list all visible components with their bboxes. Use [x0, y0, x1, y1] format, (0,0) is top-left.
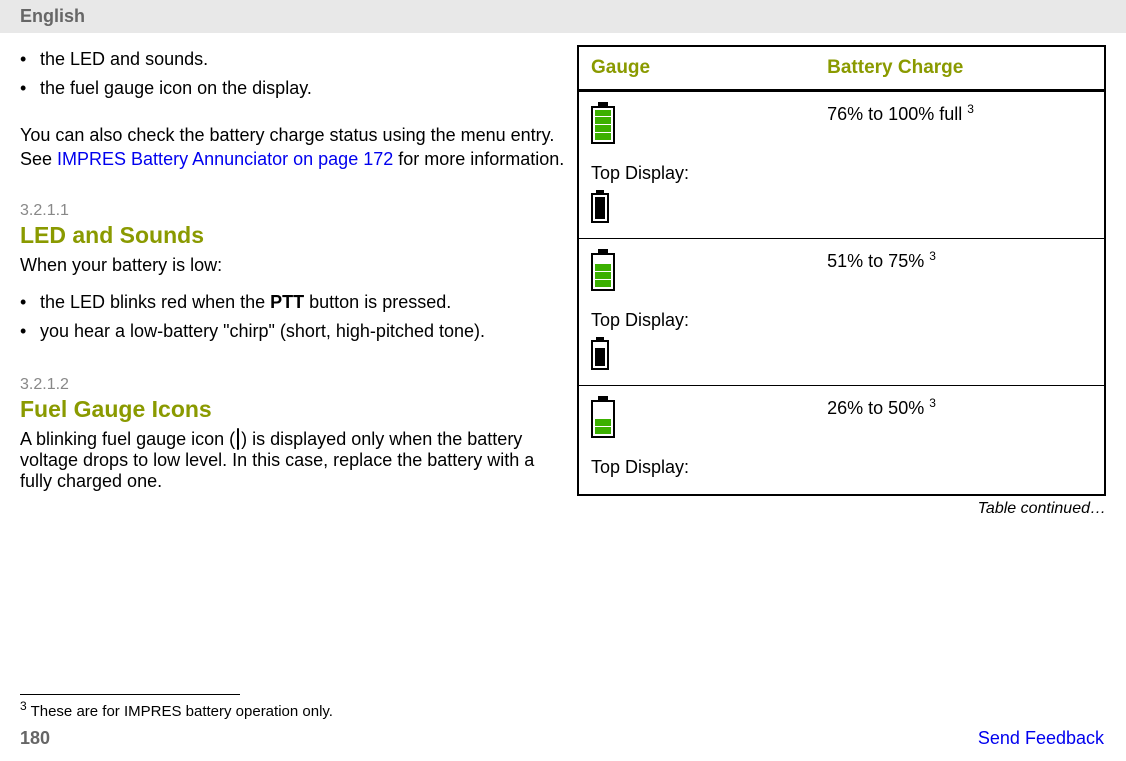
text: 26% to 50% — [827, 398, 929, 418]
section-number: 3.2.1.2 — [20, 376, 567, 394]
battery-table: Gauge Battery Charge — [577, 45, 1106, 496]
footnote-ref: 3 — [967, 102, 974, 116]
send-feedback-link[interactable]: Send Feedback — [978, 728, 1104, 749]
text: you hear a low-battery "chirp" (short, h… — [40, 321, 485, 341]
text: 51% to 75% — [827, 251, 929, 271]
bold-text: PTT — [270, 292, 304, 312]
charge-value: 76% to 100% full 3 — [815, 91, 1105, 239]
bullet-item: you hear a low-battery "chirp" (short, h… — [20, 317, 567, 346]
bullet-item: the LED and sounds. — [20, 45, 567, 74]
footnote-separator — [20, 694, 240, 695]
text: the LED blinks red when the — [40, 292, 270, 312]
bullet-list-led: the LED blinks red when the PTT button i… — [20, 288, 567, 346]
text: 76% to 100% full — [827, 104, 967, 124]
footnote-ref: 3 — [929, 249, 936, 263]
section-fuel-para: A blinking fuel gauge icon () is display… — [20, 429, 567, 493]
table-row: Top Display: 51% to 75% 3 — [578, 239, 1105, 386]
bullet-item: the fuel gauge icon on the display. — [20, 74, 567, 103]
charge-value: 26% to 50% 3 — [815, 386, 1105, 496]
footnote: 3 These are for IMPRES battery operation… — [0, 699, 1126, 720]
section-title-fuel: Fuel Gauge Icons — [20, 396, 567, 423]
battery-3bar-icon — [591, 249, 615, 291]
section-number: 3.2.1.1 — [20, 202, 567, 220]
page-number: 180 — [20, 728, 50, 749]
text: button is pressed. — [304, 292, 451, 312]
paragraph-check-status: You can also check the battery charge st… — [20, 123, 567, 172]
impres-link[interactable]: IMPRES Battery Annunciator on page 172 — [57, 149, 393, 169]
right-column: Gauge Battery Charge — [577, 33, 1106, 518]
top-display-label: Top Display: — [591, 457, 803, 478]
bullet-item: the LED blinks red when the PTT button i… — [20, 288, 567, 317]
table-continued: Table continued… — [577, 500, 1106, 518]
top-display-label: Top Display: — [591, 310, 803, 331]
footnote-ref: 3 — [929, 396, 936, 410]
page-header: English — [0, 0, 1126, 33]
table-row: Top Display: 76% to 100% full 3 — [578, 91, 1105, 239]
battery-top-display-3q-icon — [591, 337, 609, 370]
battery-4bar-icon — [591, 102, 615, 144]
section-title-led: LED and Sounds — [20, 222, 567, 249]
battery-2bar-icon — [591, 396, 615, 438]
text: for more information. — [393, 149, 564, 169]
battery-top-display-full-icon — [591, 190, 609, 223]
table-header-gauge: Gauge — [578, 46, 815, 91]
footnote-number: 3 — [20, 699, 27, 713]
battery-outline-icon — [237, 429, 239, 450]
footnote-text: These are for IMPRES battery operation o… — [27, 703, 333, 720]
table-header-charge: Battery Charge — [815, 46, 1105, 91]
text: A blinking fuel gauge icon ( — [20, 429, 235, 449]
top-display-label: Top Display: — [591, 163, 803, 184]
table-row: Top Display: 26% to 50% 3 — [578, 386, 1105, 496]
charge-value: 51% to 75% 3 — [815, 239, 1105, 386]
left-column: the LED and sounds. the fuel gauge icon … — [20, 33, 577, 518]
section-intro: When your battery is low: — [20, 255, 567, 276]
bullet-list-top: the LED and sounds. the fuel gauge icon … — [20, 45, 567, 103]
